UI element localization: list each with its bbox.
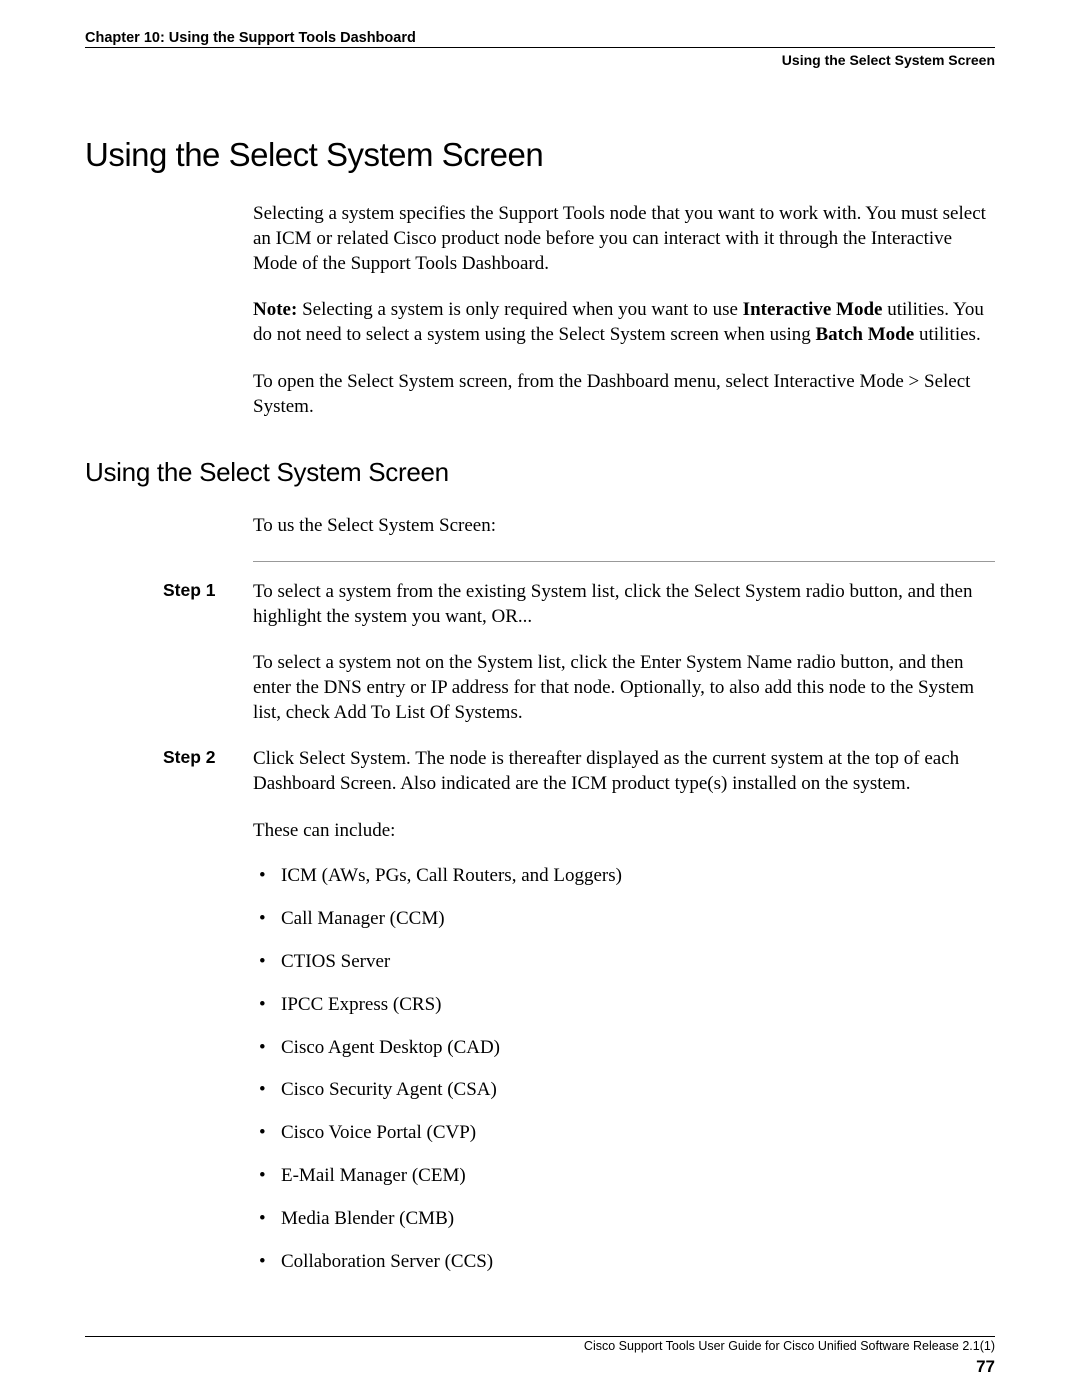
heading-2: Using the Select System Screen bbox=[85, 457, 995, 488]
list-item: Call Manager (CCM) bbox=[281, 908, 995, 931]
step-2: Step 2 Click Select System. The node is … bbox=[85, 747, 995, 843]
list-item: Cisco Agent Desktop (CAD) bbox=[281, 1037, 995, 1060]
intro-note: Note: Selecting a system is only require… bbox=[253, 298, 995, 347]
product-list: ICM (AWs, PGs, Call Routers, and Loggers… bbox=[281, 865, 995, 1273]
note-bold-2: Batch Mode bbox=[816, 324, 915, 345]
page-header: Chapter 10: Using the Support Tools Dash… bbox=[85, 30, 995, 48]
step-1: Step 1 To select a system from the exist… bbox=[85, 580, 995, 725]
intro-paragraph-3: To open the Select System screen, from t… bbox=[253, 370, 995, 419]
list-item: Cisco Voice Portal (CVP) bbox=[281, 1122, 995, 1145]
list-item: IPCC Express (CRS) bbox=[281, 994, 995, 1017]
list-item: ICM (AWs, PGs, Call Routers, and Loggers… bbox=[281, 865, 995, 888]
list-item: E-Mail Manager (CEM) bbox=[281, 1165, 995, 1188]
note-text-3: utilities. bbox=[914, 324, 981, 345]
step-1-p1: To select a system from the existing Sys… bbox=[253, 580, 995, 629]
note-label: Note: bbox=[253, 299, 297, 320]
step-2-p2: These can include: bbox=[253, 819, 995, 844]
list-item: Media Blender (CMB) bbox=[281, 1208, 995, 1231]
page-footer: Cisco Support Tools User Guide for Cisco… bbox=[85, 1336, 995, 1377]
subintro: To us the Select System Screen: bbox=[253, 514, 995, 539]
heading-1: Using the Select System Screen bbox=[85, 136, 995, 174]
list-item: Cisco Security Agent (CSA) bbox=[281, 1079, 995, 1102]
chapter-label: Chapter 10: Using the Support Tools Dash… bbox=[85, 30, 995, 47]
footer-doc-title: Cisco Support Tools User Guide for Cisco… bbox=[85, 1339, 995, 1353]
note-bold-1: Interactive Mode bbox=[743, 299, 883, 320]
step-1-label: Step 1 bbox=[163, 580, 216, 601]
step-2-label: Step 2 bbox=[163, 747, 216, 768]
list-item: CTIOS Server bbox=[281, 951, 995, 974]
section-label: Using the Select System Screen bbox=[85, 52, 995, 68]
page-number: 77 bbox=[85, 1357, 995, 1377]
intro-paragraph-1: Selecting a system specifies the Support… bbox=[253, 202, 995, 276]
list-item: Collaboration Server (CCS) bbox=[281, 1251, 995, 1274]
step-1-p2: To select a system not on the System lis… bbox=[253, 651, 995, 725]
note-text-1: Selecting a system is only required when… bbox=[297, 299, 742, 320]
step-2-p1: Click Select System. The node is thereaf… bbox=[253, 747, 995, 796]
divider bbox=[253, 561, 995, 562]
